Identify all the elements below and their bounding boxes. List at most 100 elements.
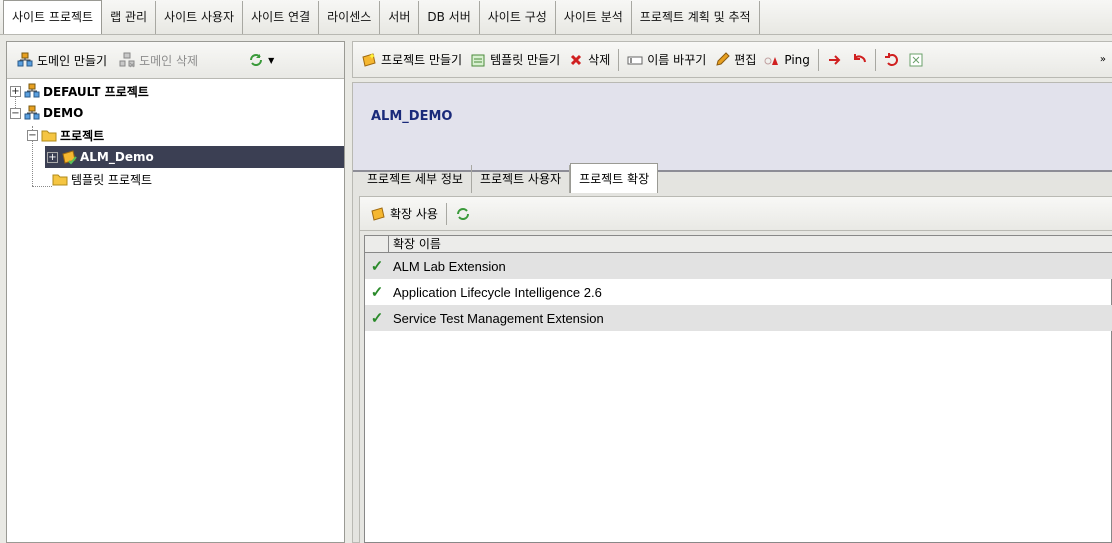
- tab-site-analysis[interactable]: 사이트 분석: [556, 1, 632, 34]
- app-window: 사이트 프로젝트 랩 관리 사이트 사용자 사이트 연결 라이센스 서버 DB …: [0, 0, 1112, 543]
- check-icon: ✓: [370, 284, 384, 301]
- grid-header: 확장 이름: [365, 236, 1112, 253]
- collapse-icon[interactable]: −: [27, 129, 38, 141]
- check-icon: ✓: [370, 310, 384, 327]
- top-tab-bar: 사이트 프로젝트 랩 관리 사이트 사용자 사이트 연결 라이센스 서버 DB …: [0, 0, 1112, 35]
- overflow-icon: »: [1099, 54, 1106, 65]
- tree-item-label: ALM_Demo: [80, 150, 154, 164]
- rename-button[interactable]: 이름 바꾸기: [623, 51, 710, 68]
- project-sub-tabs: 프로젝트 세부 정보 프로젝트 사용자 프로젝트 확장: [353, 163, 659, 193]
- create-template-icon: [470, 52, 486, 68]
- tree-item-label: 프로젝트: [60, 128, 105, 143]
- project-icon: [61, 149, 77, 165]
- grid-header-check-column[interactable]: [365, 236, 389, 252]
- delete-domain-button[interactable]: 도메인 삭제: [115, 52, 202, 69]
- create-project-label: 프로젝트 만들기: [381, 53, 463, 67]
- tree-item-label: 템플릿 프로젝트: [71, 172, 153, 187]
- toolbar-separator: [817, 48, 819, 71]
- refresh-domains-button[interactable]: ▼: [244, 52, 278, 68]
- project-title: ALM_DEMO: [371, 109, 453, 124]
- delete-domain-label: 도메인 삭제: [139, 53, 199, 68]
- domain-toolbar: 도메인 만들기 도메인 삭제 ▼: [7, 42, 344, 79]
- undo-button[interactable]: [880, 52, 904, 68]
- domain-icon: [24, 83, 40, 99]
- export-button[interactable]: [904, 52, 928, 68]
- tab-lab-management[interactable]: 랩 관리: [102, 1, 157, 34]
- project-header: ALM_DEMO: [353, 83, 1112, 170]
- toolbar-separator: [618, 48, 620, 71]
- extension-name: Application Lifecycle Intelligence 2.6: [393, 284, 602, 300]
- folder-icon: [41, 127, 57, 143]
- extensions-toolbar: 확장 사용: [360, 197, 1112, 231]
- tab-site-projects[interactable]: 사이트 프로젝트: [3, 0, 103, 34]
- tree-item-alm-demo[interactable]: + ALM_Demo: [45, 146, 344, 168]
- toolbar-separator: [874, 48, 876, 71]
- tab-project-planning[interactable]: 프로젝트 계획 및 추적: [632, 1, 760, 34]
- tab-servers[interactable]: 서버: [380, 1, 420, 34]
- tab-project-users[interactable]: 프로젝트 사용자: [472, 165, 571, 193]
- delete-icon: [568, 52, 584, 68]
- dropdown-arrow-icon[interactable]: ▼: [268, 56, 274, 65]
- tab-site-users[interactable]: 사이트 사용자: [156, 1, 244, 34]
- extensions-grid: 확장 이름 ✓ ALM Lab Extension ✓ Application …: [364, 235, 1112, 543]
- delete-button[interactable]: 삭제: [564, 51, 614, 68]
- tab-site-connections[interactable]: 사이트 연결: [243, 1, 320, 34]
- refresh-extensions-button[interactable]: [451, 206, 475, 222]
- edit-label: 편집: [734, 53, 757, 67]
- refresh-icon: [248, 52, 264, 68]
- expand-icon[interactable]: +: [47, 151, 58, 163]
- tab-project-details[interactable]: 프로젝트 세부 정보: [359, 165, 472, 193]
- refresh-icon: [455, 206, 471, 222]
- create-template-button[interactable]: 템플릿 만들기: [466, 51, 564, 68]
- project-details-panel: ALM_DEMO 프로젝트 세부 정보 프로젝트 사용자 프로젝트 확장 확장 …: [352, 82, 1112, 543]
- tab-site-configuration[interactable]: 사이트 구성: [480, 1, 556, 34]
- extension-name: ALM Lab Extension: [393, 258, 506, 274]
- forward-button[interactable]: [823, 52, 847, 68]
- pencil-icon: [714, 51, 730, 68]
- create-project-icon: [361, 52, 377, 68]
- arrow-right-icon: [827, 52, 843, 68]
- expand-icon[interactable]: +: [10, 85, 21, 97]
- create-project-button[interactable]: 프로젝트 만들기: [357, 51, 466, 68]
- ping-icon: [764, 52, 780, 68]
- tree-item-demo[interactable]: − DEMO: [10, 102, 83, 124]
- export-icon: [908, 52, 924, 68]
- tree-item-template-projects[interactable]: 템플릿 프로젝트: [52, 168, 152, 190]
- create-template-label: 템플릿 만들기: [490, 53, 561, 67]
- edit-button[interactable]: 편집: [710, 51, 760, 68]
- back-button[interactable]: [847, 52, 871, 68]
- enable-extension-button[interactable]: 확장 사용: [366, 205, 442, 222]
- create-domain-button[interactable]: 도메인 만들기: [13, 52, 111, 69]
- undo-icon: [884, 52, 900, 68]
- enable-extension-label: 확장 사용: [390, 207, 438, 221]
- extension-name: Service Test Management Extension: [393, 310, 604, 326]
- create-domain-label: 도메인 만들기: [37, 53, 108, 68]
- ping-button[interactable]: Ping: [760, 52, 814, 68]
- tab-db-servers[interactable]: DB 서버: [419, 1, 480, 34]
- tree-connector: [32, 186, 52, 187]
- table-row[interactable]: ✓ Service Test Management Extension: [365, 305, 1112, 331]
- rename-label: 이름 바꾸기: [647, 53, 707, 67]
- domain-icon: [24, 105, 40, 121]
- domain-tree-panel: 도메인 만들기 도메인 삭제 ▼ + DEFAULT 프로젝트 − DEMO −…: [6, 41, 345, 543]
- project-toolbar: 프로젝트 만들기 템플릿 만들기 삭제 이름 바꾸기 편집 Ping »: [352, 41, 1112, 78]
- grid-header-extension-name[interactable]: 확장 이름: [393, 236, 441, 252]
- table-row[interactable]: ✓ Application Lifecycle Intelligence 2.6: [365, 279, 1112, 305]
- folder-icon: [52, 171, 68, 187]
- delete-domain-icon: [119, 52, 135, 68]
- extension-icon: [370, 206, 386, 222]
- overflow-menu-button[interactable]: »: [1096, 54, 1112, 65]
- tab-project-extensions[interactable]: 프로젝트 확장: [570, 163, 659, 193]
- arrow-left-icon: [851, 52, 867, 68]
- ping-label: Ping: [784, 52, 810, 67]
- collapse-icon[interactable]: −: [10, 107, 21, 119]
- toolbar-separator: [445, 202, 447, 225]
- create-domain-icon: [17, 52, 33, 68]
- tree-item-label: DEFAULT 프로젝트: [43, 84, 149, 99]
- extensions-content: 확장 사용 확장 이름 ✓ ALM Lab Extension ✓ Applic…: [359, 196, 1112, 543]
- tab-licenses[interactable]: 라이센스: [319, 1, 381, 34]
- table-row[interactable]: ✓ ALM Lab Extension: [365, 253, 1112, 279]
- delete-label: 삭제: [588, 53, 611, 67]
- tree-item-default-project[interactable]: + DEFAULT 프로젝트: [10, 80, 149, 102]
- tree-item-projects-folder[interactable]: − 프로젝트: [27, 124, 104, 146]
